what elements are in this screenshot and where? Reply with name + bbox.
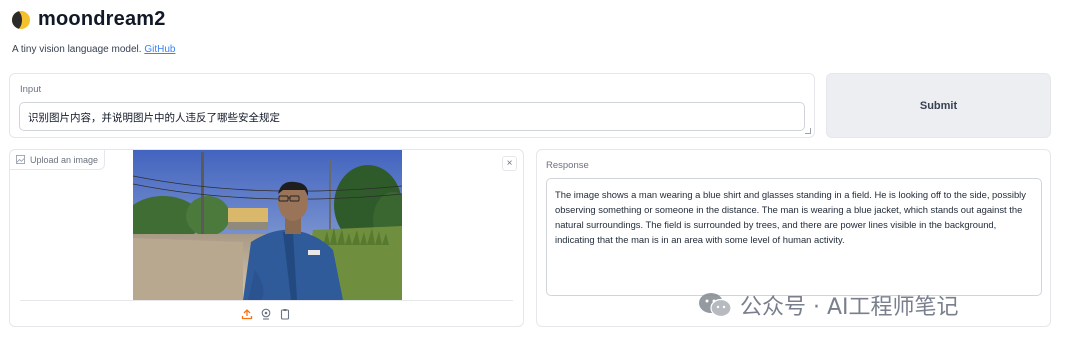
clipboard-icon[interactable] <box>278 307 291 320</box>
app-header: moondream2 <box>12 8 166 31</box>
wechat-watermark: 公众号 · AI工程师笔记 <box>698 289 959 321</box>
wechat-icon <box>699 293 732 318</box>
image-toolbar-divider <box>20 300 513 301</box>
input-label: Input <box>20 84 42 95</box>
upload-image-tab[interactable]: Upload an image <box>10 150 106 170</box>
image-panel: Upload an image × <box>9 149 524 327</box>
watermark-text: 公众号 · AI工程师笔记 <box>740 295 959 320</box>
subtitle-text: A tiny vision language model. <box>12 44 142 55</box>
resize-handle-icon[interactable] <box>805 128 811 134</box>
submit-button[interactable]: Submit <box>826 73 1051 138</box>
image-source-actions <box>240 307 291 320</box>
uploaded-photo <box>133 150 402 300</box>
app-title: moondream2 <box>38 8 166 30</box>
response-label: Response <box>546 160 589 171</box>
github-link[interactable]: GitHub <box>144 44 175 55</box>
upload-image-label: Upload an image <box>30 154 99 165</box>
input-panel: Input 识别图片内容，并说明图片中的人违反了哪些安全规定 <box>9 73 815 138</box>
image-icon <box>16 155 25 164</box>
close-image-button[interactable]: × <box>502 156 517 171</box>
webcam-icon[interactable] <box>259 307 272 320</box>
app-subtitle: A tiny vision language model. GitHub <box>12 44 175 55</box>
upload-icon[interactable] <box>240 307 253 320</box>
input-textarea[interactable]: 识别图片内容，并说明图片中的人违反了哪些安全规定 <box>19 102 805 131</box>
response-textbox[interactable]: The image shows a man wearing a blue shi… <box>546 178 1042 296</box>
moon-logo-icon <box>12 10 30 29</box>
